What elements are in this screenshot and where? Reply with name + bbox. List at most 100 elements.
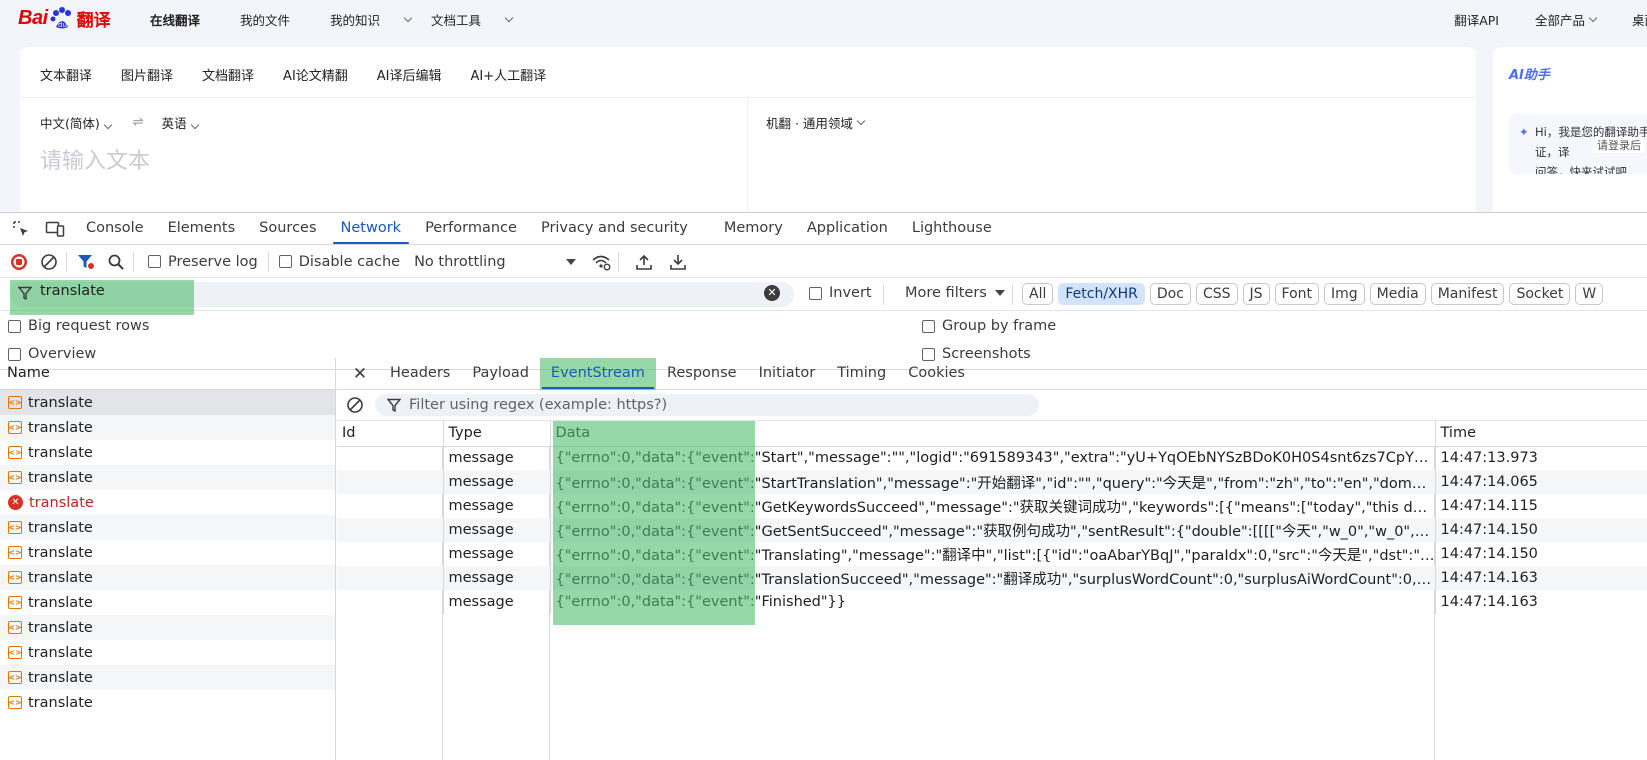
request-row[interactable]: <> translate <box>0 415 335 440</box>
source-language-select[interactable]: 中文(简体) <box>40 113 113 132</box>
inspect-element-icon[interactable] <box>10 218 32 240</box>
group-by-frame-checkbox[interactable]: Group by frame <box>922 318 1056 334</box>
type-filter-socket[interactable]: Socket <box>1509 283 1571 305</box>
login-hint[interactable]: 请登录后 <box>1593 137 1645 153</box>
table-row[interactable]: message{"errno":0,"data":{"event":"Finis… <box>337 590 1647 614</box>
table-row[interactable]: message {"errno":0,"data":{"event":"Start… <box>337 446 1647 470</box>
request-row[interactable]: <> translate <box>0 665 335 690</box>
column-header-type[interactable]: Type <box>443 421 551 447</box>
fetch-request-icon: <> <box>8 446 22 459</box>
disable-cache-checkbox[interactable]: Disable cache <box>278 254 400 270</box>
request-row[interactable]: <> translate <box>0 440 335 465</box>
target-language-select[interactable]: 英语 <box>162 113 199 132</box>
invert-checkbox[interactable]: Invert <box>809 285 872 301</box>
table-row[interactable]: message {"errno":0,"data":{"event":"Trans… <box>337 542 1647 566</box>
big-request-rows-checkbox[interactable]: Big request rows <box>8 318 149 334</box>
export-har-icon[interactable] <box>667 251 689 273</box>
tab-console[interactable]: Console <box>74 213 156 245</box>
network-conditions-icon[interactable] <box>590 251 612 273</box>
tab-application[interactable]: Application <box>795 213 900 245</box>
chevron-down-icon <box>504 13 514 23</box>
request-row[interactable]: <> translate <box>0 515 335 540</box>
import-har-icon[interactable] <box>633 251 655 273</box>
tab-payload[interactable]: Payload <box>461 358 540 390</box>
search-icon[interactable] <box>105 251 127 273</box>
type-filter-font[interactable]: Font <box>1274 283 1319 305</box>
baidu-topbar: Bai du 翻译 在线翻译 我的文件 我的知识 文档工具 翻译API 全部产品… <box>0 0 1647 38</box>
tab-ai-paper[interactable]: AI论文精翻 <box>283 65 348 84</box>
type-filter-fetch-xhr[interactable]: Fetch/XHR <box>1058 283 1145 305</box>
source-text-input[interactable]: 请输入文本 <box>40 143 150 175</box>
stop-recording-icon[interactable] <box>8 251 30 273</box>
devtools-panel: Console Elements Sources Network Perform… <box>0 212 1647 760</box>
request-row[interactable]: <> translate <box>0 540 335 565</box>
table-row[interactable]: message {"errno":0,"data":{"event":"GetSe… <box>337 518 1647 542</box>
request-row[interactable]: <> translate <box>0 690 335 715</box>
ai-assistant-title: AI助手 <box>1509 68 1550 83</box>
tab-eventstream[interactable]: EventStream <box>539 357 656 390</box>
tab-headers[interactable]: Headers <box>379 358 461 390</box>
nav-online-translate[interactable]: 在线翻译 <box>150 10 220 29</box>
fetch-request-icon: <> <box>8 596 22 609</box>
type-filter-media[interactable]: Media <box>1369 283 1426 305</box>
swap-languages-icon[interactable]: ⇌ <box>133 115 144 130</box>
request-row[interactable]: <> translate <box>0 615 335 640</box>
type-filter-js[interactable]: JS <box>1242 283 1270 305</box>
throttling-select[interactable]: No throttling <box>414 254 576 270</box>
column-header-id[interactable]: Id <box>337 421 444 447</box>
request-row[interactable]: <> translate <box>0 465 335 490</box>
tab-doc-translate[interactable]: 文档翻译 <box>202 65 254 84</box>
column-header-name[interactable]: Name <box>0 358 335 390</box>
type-filter-css[interactable]: CSS <box>1195 283 1238 305</box>
tab-memory[interactable]: Memory <box>712 213 795 245</box>
nav-my-knowledge[interactable]: 我的知识 <box>330 10 413 29</box>
tab-text-translate[interactable]: 文本翻译 <box>40 65 92 84</box>
nav-doc-tools[interactable]: 文档工具 <box>431 10 514 29</box>
eventstream-filter-input[interactable]: Filter using regex (example: https?) <box>375 394 1039 416</box>
tab-sources[interactable]: Sources <box>247 213 328 245</box>
tab-ai-post-edit[interactable]: AI译后编辑 <box>377 65 442 84</box>
nav-my-files[interactable]: 我的文件 <box>240 10 310 29</box>
type-filter-all[interactable]: All <box>1022 283 1054 305</box>
fetch-request-icon: <> <box>8 421 22 434</box>
tab-ai-human[interactable]: AI+人工翻译 <box>471 65 547 84</box>
request-row[interactable]: <> translate <box>0 590 335 615</box>
tab-timing[interactable]: Timing <box>826 358 897 390</box>
tab-cookies[interactable]: Cookies <box>897 358 976 390</box>
clear-icon[interactable] <box>345 395 365 415</box>
type-filter-img[interactable]: Img <box>1324 283 1365 305</box>
device-toolbar-icon[interactable] <box>44 218 66 240</box>
more-filters-dropdown[interactable]: More filters <box>905 285 1005 301</box>
tab-network[interactable]: Network <box>329 213 414 245</box>
table-row[interactable]: message {"errno":0,"data":{"event":"Start… <box>337 470 1647 494</box>
request-detail-panel: ✕ Headers Payload EventStream Response I… <box>337 357 1647 760</box>
nav-desktop[interactable]: 桌面 <box>1614 10 1647 29</box>
table-row[interactable]: message {"errno":0,"data":{"event":"Trans… <box>337 566 1647 590</box>
nav-translate-api[interactable]: 翻译API <box>1436 10 1499 29</box>
filter-input[interactable]: translate <box>40 283 105 299</box>
baidu-logo[interactable]: Bai du 翻译 <box>18 4 111 32</box>
tab-response[interactable]: Response <box>656 358 748 390</box>
tab-image-translate[interactable]: 图片翻译 <box>121 65 173 84</box>
clear-icon[interactable] <box>38 251 60 273</box>
request-row[interactable]: <> translate <box>0 390 335 415</box>
request-row[interactable]: <> translate <box>0 565 335 590</box>
type-filter-manifest[interactable]: Manifest <box>1430 283 1505 305</box>
tab-privacy-security[interactable]: Privacy and security <box>529 213 700 245</box>
tab-performance[interactable]: Performance <box>413 213 529 245</box>
nav-all-products[interactable]: 全部产品 <box>1517 10 1598 29</box>
type-filter-doc[interactable]: Doc <box>1149 283 1191 305</box>
close-icon[interactable]: ✕ <box>349 364 371 384</box>
request-row[interactable]: <> translate <box>0 640 335 665</box>
tab-initiator[interactable]: Initiator <box>748 358 827 390</box>
tab-elements[interactable]: Elements <box>156 213 248 245</box>
column-header-time[interactable]: Time <box>1435 421 1647 447</box>
filter-icon[interactable] <box>75 251 97 273</box>
clear-filter-icon[interactable]: ✕ <box>764 285 780 301</box>
tab-lighthouse[interactable]: Lighthouse <box>900 213 1004 245</box>
preserve-log-checkbox[interactable]: Preserve log <box>148 254 258 270</box>
type-filter-ws[interactable]: W <box>1575 283 1604 305</box>
table-row[interactable]: message {"errno":0,"data":{"event":"GetKe… <box>337 494 1647 518</box>
engine-select[interactable]: 机翻 · 通用领域 <box>766 113 866 132</box>
request-row-error[interactable]: ✕ translate <box>0 490 335 515</box>
